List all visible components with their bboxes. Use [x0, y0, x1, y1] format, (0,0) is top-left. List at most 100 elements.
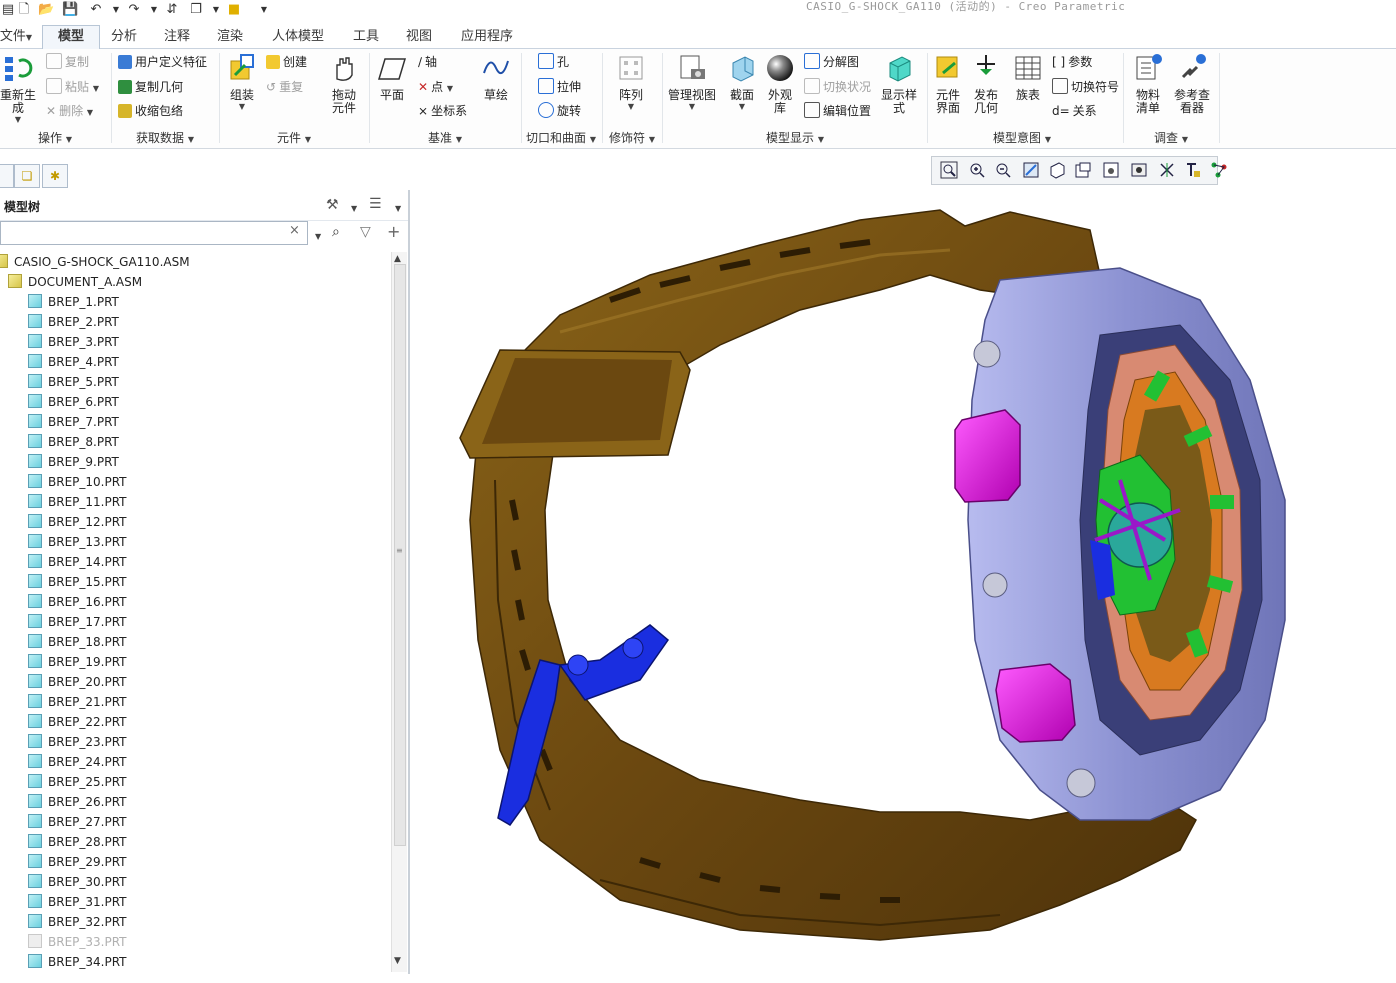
- clear-icon[interactable]: ×: [289, 223, 300, 238]
- refit-icon[interactable]: [940, 161, 958, 179]
- tab-file[interactable]: 文件▼: [0, 26, 36, 47]
- windows-icon[interactable]: ❐: [188, 2, 204, 18]
- save-icon[interactable]: 💾: [62, 2, 78, 18]
- tree-node-part[interactable]: BREP_14.PRT: [28, 552, 127, 572]
- toggle-status-button[interactable]: 切换状况: [804, 77, 871, 97]
- tree-node-part[interactable]: BREP_4.PRT: [28, 352, 119, 372]
- assemble-button[interactable]: 组装 ▼: [222, 53, 262, 111]
- tab-model-tree[interactable]: [0, 164, 14, 188]
- watch-button-bottom[interactable]: [995, 663, 1076, 743]
- tree-node-part[interactable]: BREP_18.PRT: [28, 632, 127, 652]
- tree-node-part[interactable]: BREP_27.PRT: [28, 812, 127, 832]
- component-interface-button[interactable]: 元件界面: [930, 53, 966, 115]
- tree-node-part[interactable]: BREP_33.PRT: [28, 932, 127, 952]
- relations-button[interactable]: d= 关系: [1052, 101, 1097, 121]
- tree-node-part[interactable]: BREP_21.PRT: [28, 692, 127, 712]
- tab-manikin[interactable]: 人体模型: [262, 26, 334, 47]
- repaint-icon[interactable]: [1022, 161, 1040, 179]
- folder-icon[interactable]: ■: [226, 2, 242, 18]
- filter-icon[interactable]: ▽: [360, 224, 371, 240]
- regenerate-icon[interactable]: ⇵: [164, 2, 180, 18]
- tree-root[interactable]: CASIO_G-SHOCK_GA110.ASM: [0, 252, 190, 272]
- appearance-button[interactable]: 外观库: [762, 53, 798, 115]
- undo-icon[interactable]: ↶: [88, 2, 104, 18]
- group-label-model-display[interactable]: 模型显示 ▼: [664, 129, 926, 147]
- paste-button[interactable]: 粘贴 ▼: [46, 77, 99, 97]
- tree-node-part[interactable]: BREP_34.PRT: [28, 952, 127, 972]
- sketch-button[interactable]: 草绘: [476, 53, 516, 102]
- axis-button[interactable]: ∕ 轴: [418, 52, 437, 72]
- tree-node-part[interactable]: BREP_28.PRT: [28, 832, 127, 852]
- reference-viewer-button[interactable]: 参考查看器: [1170, 53, 1214, 115]
- bom-button[interactable]: 物料清单: [1130, 53, 1166, 115]
- group-label-datum[interactable]: 基准 ▼: [370, 129, 520, 147]
- tab-view[interactable]: 视图: [396, 26, 442, 47]
- section-button[interactable]: 截面 ▼: [722, 53, 762, 111]
- udf-button[interactable]: 用户定义特征: [118, 52, 207, 72]
- tab-render[interactable]: 渲染: [206, 26, 254, 47]
- plus-icon[interactable]: +: [387, 222, 400, 241]
- create-button[interactable]: 创建: [266, 52, 307, 72]
- redo-dropdown-icon[interactable]: ▼: [146, 2, 162, 18]
- tab-annotate[interactable]: 注释: [154, 26, 200, 47]
- tree-search-input[interactable]: ×: [0, 221, 308, 245]
- scrollbar-thumb[interactable]: [394, 264, 406, 846]
- display-style-icon[interactable]: [1048, 161, 1066, 179]
- chevron-down-icon[interactable]: ▼: [395, 200, 401, 214]
- tree-scrollbar[interactable]: ▲ ≡ ▼: [391, 252, 407, 972]
- scroll-up-icon[interactable]: ▲: [394, 254, 401, 264]
- delete-button[interactable]: ✕ 删除 ▼: [46, 101, 93, 121]
- tree-node-part[interactable]: BREP_3.PRT: [28, 332, 119, 352]
- tab-model[interactable]: 模型: [42, 25, 100, 49]
- publish-geometry-button[interactable]: 发布几何: [968, 53, 1004, 115]
- tab-favorites[interactable]: ✱: [42, 164, 68, 188]
- explode-view-button[interactable]: 分解图: [804, 52, 859, 72]
- revolve-button[interactable]: 旋转: [538, 101, 581, 121]
- tree-node-part[interactable]: BREP_11.PRT: [28, 492, 127, 512]
- tree-node-part[interactable]: BREP_9.PRT: [28, 452, 119, 472]
- tree-node-subassembly[interactable]: DOCUMENT_A.ASM: [8, 272, 142, 292]
- pattern-button[interactable]: 阵列 ▼: [611, 53, 651, 111]
- watch-button-top[interactable]: [954, 409, 1021, 503]
- search-dropdown-icon[interactable]: ▼: [315, 228, 321, 242]
- tree-node-part[interactable]: BREP_31.PRT: [28, 892, 127, 912]
- view-manager-icon[interactable]: [1102, 161, 1120, 179]
- scroll-down-icon[interactable]: ▼: [394, 956, 401, 966]
- tree-node-part[interactable]: BREP_15.PRT: [28, 572, 127, 592]
- open-file-icon[interactable]: 📂: [38, 2, 54, 18]
- customize-qa-icon[interactable]: ▼: [256, 2, 272, 18]
- new-file-icon[interactable]: 🗋: [16, 2, 32, 18]
- regenerate-button[interactable]: 重新生成 ▼: [0, 53, 40, 124]
- group-label-model-intent[interactable]: 模型意图 ▼: [928, 129, 1116, 147]
- plane-button[interactable]: 平面: [372, 53, 412, 102]
- manage-views-button[interactable]: 管理视图 ▼: [666, 53, 718, 111]
- tree-node-part[interactable]: BREP_2.PRT: [28, 312, 119, 332]
- undo-dropdown-icon[interactable]: ▼: [108, 2, 124, 18]
- tree-node-part[interactable]: BREP_22.PRT: [28, 712, 127, 732]
- tree-node-part[interactable]: BREP_7.PRT: [28, 412, 119, 432]
- group-label-operations[interactable]: 操作 ▼: [0, 129, 110, 147]
- tab-folder-browser[interactable]: ❏: [14, 164, 40, 188]
- tree-node-part[interactable]: BREP_10.PRT: [28, 472, 127, 492]
- group-label-component[interactable]: 元件 ▼: [220, 129, 368, 147]
- tree-node-part[interactable]: BREP_30.PRT: [28, 872, 127, 892]
- perspective-icon[interactable]: [1130, 161, 1148, 179]
- tree-node-part[interactable]: BREP_25.PRT: [28, 772, 127, 792]
- tree-node-part[interactable]: BREP_29.PRT: [28, 852, 127, 872]
- tree-node-part[interactable]: BREP_8.PRT: [28, 432, 119, 452]
- tree-node-part[interactable]: BREP_20.PRT: [28, 672, 127, 692]
- tree-node-part[interactable]: BREP_32.PRT: [28, 912, 127, 932]
- zoom-out-icon[interactable]: [994, 161, 1012, 179]
- app-icon[interactable]: ▤: [0, 2, 16, 18]
- tab-tools[interactable]: 工具: [342, 26, 390, 47]
- point-button[interactable]: ✕ 点 ▼: [418, 77, 453, 97]
- saved-views-icon[interactable]: [1074, 161, 1092, 179]
- annotation-display-icon[interactable]: [1184, 161, 1202, 179]
- tree-node-part[interactable]: BREP_6.PRT: [28, 392, 119, 412]
- tab-analysis[interactable]: 分析: [100, 26, 148, 47]
- tree-node-part[interactable]: BREP_19.PRT: [28, 652, 127, 672]
- tree-node-part[interactable]: BREP_16.PRT: [28, 592, 127, 612]
- datum-display-icon[interactable]: [1158, 161, 1176, 179]
- tree-node-part[interactable]: BREP_5.PRT: [28, 372, 119, 392]
- tree-node-part[interactable]: BREP_23.PRT: [28, 732, 127, 752]
